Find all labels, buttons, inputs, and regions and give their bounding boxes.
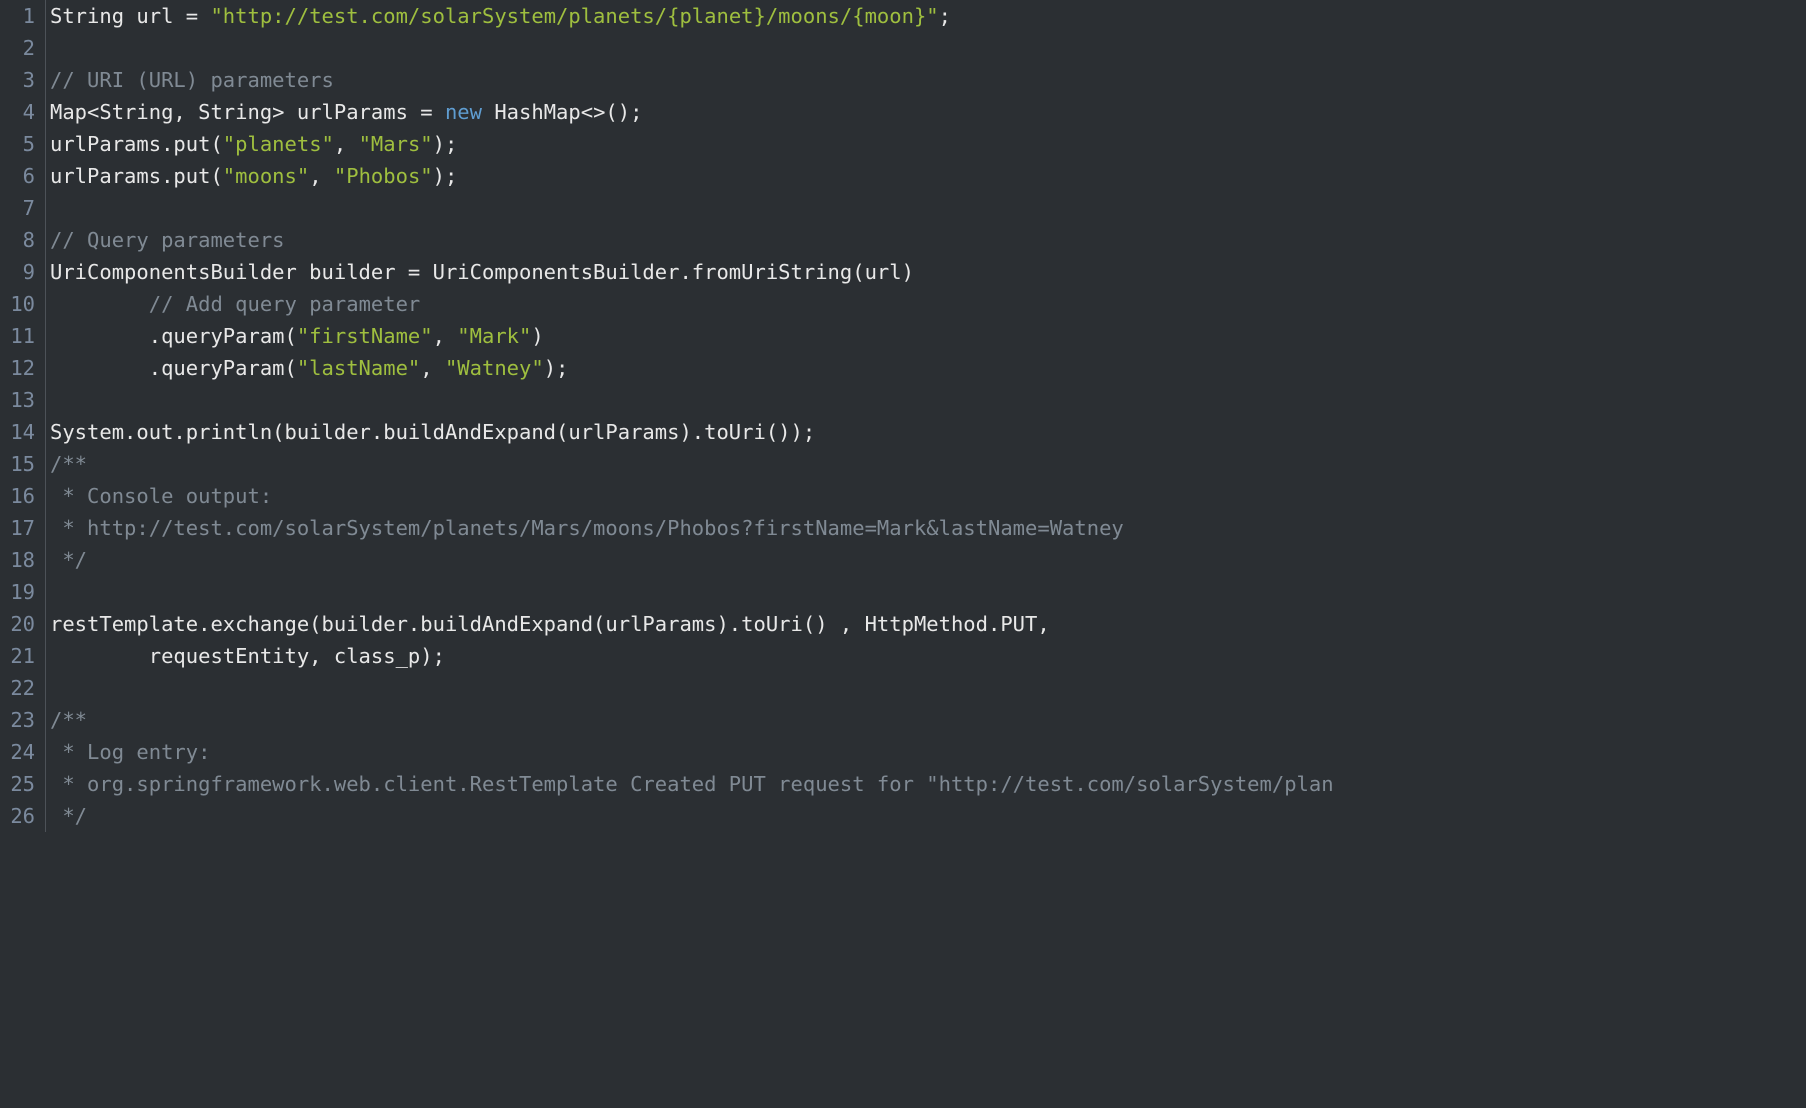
code-line[interactable]: System.out.println(builder.buildAndExpan… (50, 416, 1806, 448)
code-line[interactable]: * org.springframework.web.client.RestTem… (50, 768, 1806, 800)
code-token: /** (50, 452, 87, 476)
code-token: "moons" (223, 164, 309, 188)
code-line[interactable]: // Add query parameter (50, 288, 1806, 320)
line-number: 4 (0, 96, 37, 128)
line-number: 14 (0, 416, 37, 448)
code-token: ); (433, 132, 458, 156)
code-token: "Mark" (457, 324, 531, 348)
line-number: 2 (0, 32, 37, 64)
code-line[interactable]: .queryParam("firstName", "Mark") (50, 320, 1806, 352)
line-number: 6 (0, 160, 37, 192)
code-line[interactable]: Map<String, String> urlParams = new Hash… (50, 96, 1806, 128)
code-line[interactable] (50, 32, 1806, 64)
code-token: "Watney" (445, 356, 544, 380)
code-token: * Console output: (50, 484, 272, 508)
code-token: urlParams.put( (50, 164, 223, 188)
line-number-gutter: 1234567891011121314151617181920212223242… (0, 0, 46, 832)
code-line[interactable]: */ (50, 800, 1806, 832)
code-token: Map<String, String> urlParams = (50, 100, 445, 124)
code-token: */ (50, 548, 87, 572)
code-token: ); (544, 356, 569, 380)
line-number: 5 (0, 128, 37, 160)
code-line[interactable]: // URI (URL) parameters (50, 64, 1806, 96)
code-token: restTemplate.exchange(builder.buildAndEx… (50, 612, 1050, 636)
code-line[interactable]: String url = "http://test.com/solarSyste… (50, 0, 1806, 32)
code-editor[interactable]: 1234567891011121314151617181920212223242… (0, 0, 1806, 832)
code-token: , (334, 132, 359, 156)
code-token: , (420, 356, 445, 380)
code-line[interactable]: */ (50, 544, 1806, 576)
line-number: 22 (0, 672, 37, 704)
line-number: 26 (0, 800, 37, 832)
line-number: 13 (0, 384, 37, 416)
code-line[interactable]: urlParams.put("moons", "Phobos"); (50, 160, 1806, 192)
code-area[interactable]: String url = "http://test.com/solarSyste… (46, 0, 1806, 832)
code-line[interactable]: restTemplate.exchange(builder.buildAndEx… (50, 608, 1806, 640)
code-token: "Phobos" (334, 164, 433, 188)
code-line[interactable]: /** (50, 704, 1806, 736)
code-line[interactable]: .queryParam("lastName", "Watney"); (50, 352, 1806, 384)
line-number: 3 (0, 64, 37, 96)
code-line[interactable]: urlParams.put("planets", "Mars"); (50, 128, 1806, 160)
code-token: // Query parameters (50, 228, 285, 252)
code-token: "planets" (223, 132, 334, 156)
line-number: 25 (0, 768, 37, 800)
line-number: 20 (0, 608, 37, 640)
code-token: */ (50, 804, 87, 828)
line-number: 24 (0, 736, 37, 768)
code-token: ); (433, 164, 458, 188)
code-token: .queryParam( (50, 356, 297, 380)
code-token: // Add query parameter (149, 292, 421, 316)
code-token: ) (531, 324, 543, 348)
code-token: String url = (50, 4, 210, 28)
code-token: "Mars" (359, 132, 433, 156)
line-number: 11 (0, 320, 37, 352)
code-token: requestEntity, class_p); (50, 644, 445, 668)
code-token: "lastName" (297, 356, 420, 380)
code-line[interactable] (50, 576, 1806, 608)
code-line[interactable]: * http://test.com/solarSystem/planets/Ma… (50, 512, 1806, 544)
code-token: System.out.println(builder.buildAndExpan… (50, 420, 815, 444)
line-number: 8 (0, 224, 37, 256)
code-token: , (433, 324, 458, 348)
line-number: 9 (0, 256, 37, 288)
line-number: 1 (0, 0, 37, 32)
code-token: UriComponentsBuilder builder = UriCompon… (50, 260, 914, 284)
line-number: 15 (0, 448, 37, 480)
line-number: 21 (0, 640, 37, 672)
code-token: // URI (URL) parameters (50, 68, 334, 92)
code-line[interactable] (50, 672, 1806, 704)
line-number: 17 (0, 512, 37, 544)
code-token: .queryParam( (50, 324, 297, 348)
code-token: urlParams.put( (50, 132, 223, 156)
code-token: * org.springframework.web.client.RestTem… (50, 772, 1334, 796)
code-line[interactable]: * Console output: (50, 480, 1806, 512)
code-token (50, 292, 149, 316)
line-number: 23 (0, 704, 37, 736)
code-line[interactable] (50, 384, 1806, 416)
code-line[interactable]: // Query parameters (50, 224, 1806, 256)
code-line[interactable]: * Log entry: (50, 736, 1806, 768)
line-number: 16 (0, 480, 37, 512)
code-token: new (445, 100, 482, 124)
code-token: "http://test.com/solarSystem/planets/{pl… (210, 4, 938, 28)
code-line[interactable]: UriComponentsBuilder builder = UriCompon… (50, 256, 1806, 288)
code-token: /** (50, 708, 87, 732)
line-number: 18 (0, 544, 37, 576)
line-number: 19 (0, 576, 37, 608)
code-token: , (309, 164, 334, 188)
line-number: 7 (0, 192, 37, 224)
line-number: 10 (0, 288, 37, 320)
code-line[interactable]: /** (50, 448, 1806, 480)
code-line[interactable]: requestEntity, class_p); (50, 640, 1806, 672)
code-line[interactable] (50, 192, 1806, 224)
code-token: * http://test.com/solarSystem/planets/Ma… (50, 516, 1124, 540)
code-token: * Log entry: (50, 740, 210, 764)
code-token: ; (939, 4, 951, 28)
code-token: "firstName" (297, 324, 433, 348)
line-number: 12 (0, 352, 37, 384)
code-token: HashMap<>(); (482, 100, 642, 124)
